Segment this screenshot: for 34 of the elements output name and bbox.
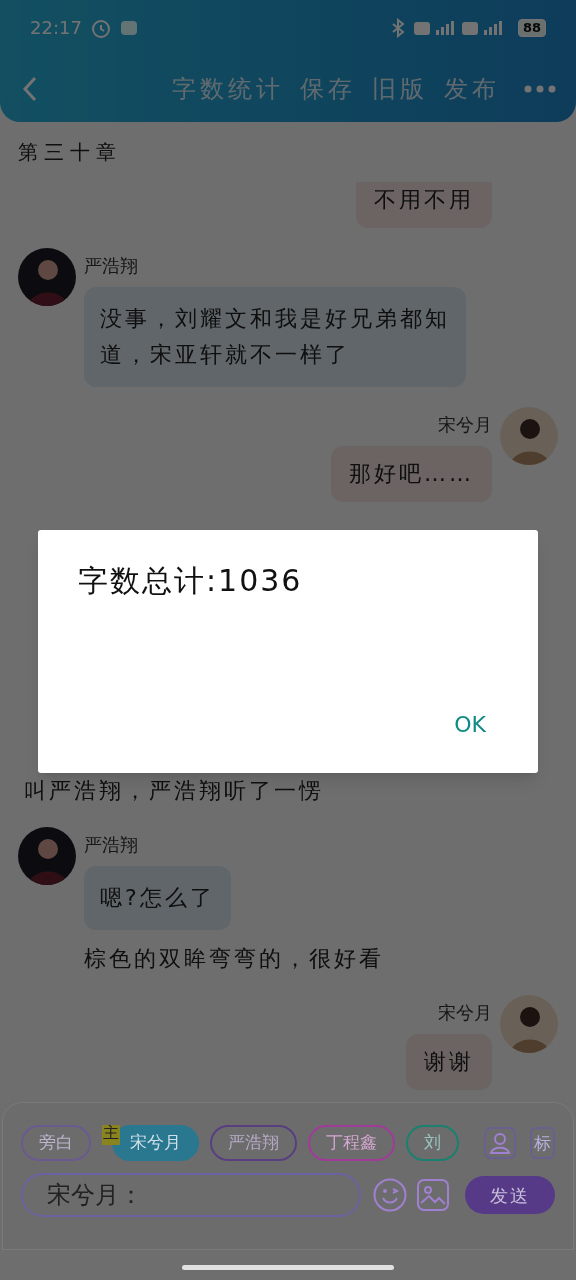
clock: 22:17 [30,16,82,40]
dialog-message: 字数总计:1036 [78,562,304,600]
narration-text: 叫严浩翔，严浩翔听了一愣 [23,777,324,805]
input-field[interactable]: 宋兮月： [21,1173,361,1217]
message-bubble: 不用不用 [356,182,492,228]
toolbar-button[interactable]: 字数统计 [164,70,292,107]
role-chip[interactable]: 旁白 [21,1125,91,1161]
send-button[interactable]: 发送 [465,1176,555,1214]
app-icon [119,19,138,36]
speaker-name: 宋兮月 [438,413,492,437]
speaker-name: 严浩翔 [84,254,139,278]
message-bubble: 嗯?怎么了 [84,866,231,930]
toolbar-button[interactable]: 保存 [292,70,364,107]
message-bubble: 那好吧…… [331,446,492,502]
speaker-name: 严浩翔 [84,833,139,857]
chapter-title: 第三十章 [17,139,123,166]
speaker-name: 宋兮月 [438,1001,492,1025]
more-icon[interactable] [524,84,556,93]
battery-icon: 88 [517,18,546,37]
role-chip[interactable]: 丁程鑫 [308,1125,395,1161]
image-icon[interactable] [417,1179,449,1211]
main-badge: 主 [102,1125,120,1145]
tag-button[interactable]: 标 [530,1127,555,1159]
message-bubble: 谢谢 [406,1034,492,1090]
role-chip[interactable]: 刘 [406,1125,459,1161]
narration-text: 棕色的双眸弯弯的，很好看 [84,945,385,973]
toolbar-button[interactable]: 旧版 [364,70,436,107]
message-bubble: 没事，刘耀文和我是好兄弟都知道，宋亚轩就不一样了 [84,287,466,387]
ok-button[interactable]: OK [442,704,498,745]
role-chip[interactable]: 严浩翔 [210,1125,297,1161]
home-indicator[interactable] [182,1265,394,1270]
person-icon[interactable] [484,1127,516,1159]
toolbar-button[interactable]: 发布 [436,70,508,107]
emoji-icon[interactable] [373,1178,407,1212]
